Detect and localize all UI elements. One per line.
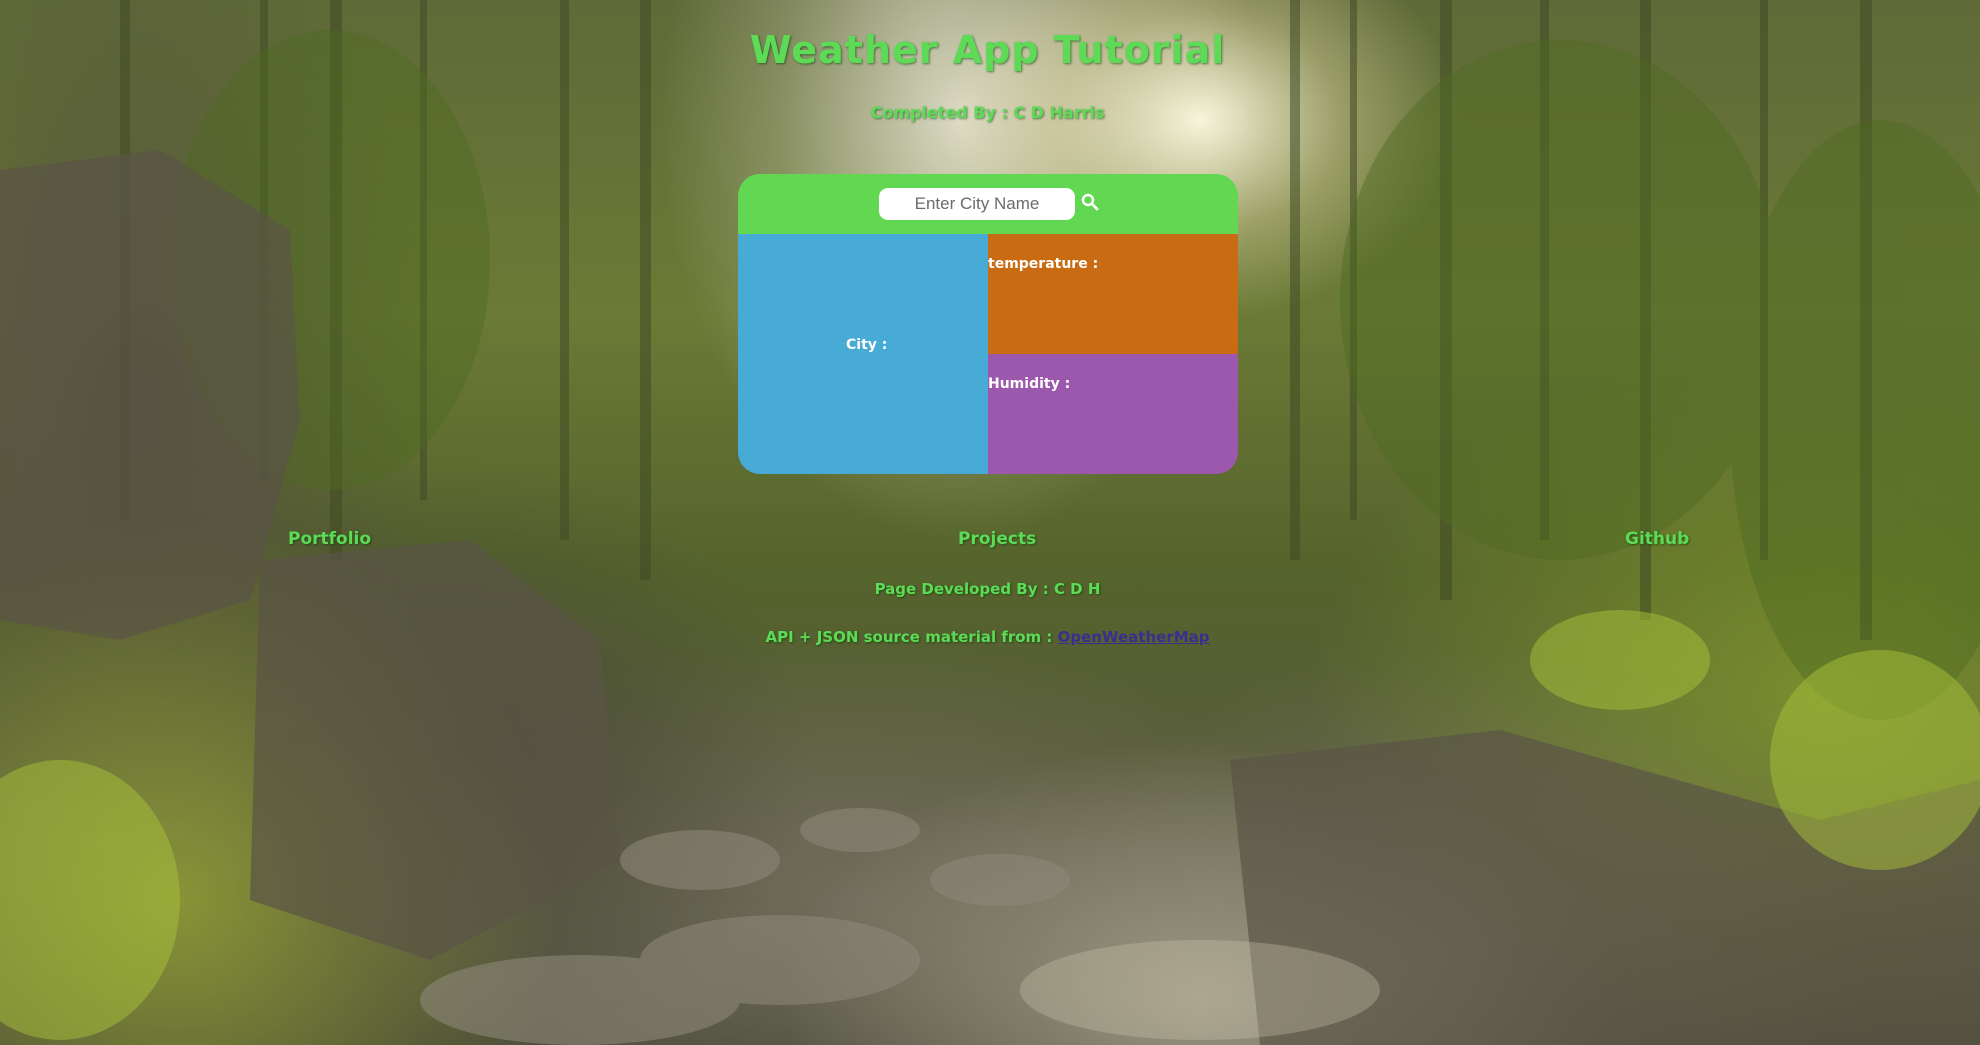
search-bar	[738, 174, 1238, 234]
source-credit: API + JSON source material from : OpenWe…	[0, 628, 1975, 646]
search-icon[interactable]	[1081, 193, 1099, 211]
city-search-input[interactable]	[879, 188, 1075, 220]
forest-stream-background	[0, 0, 1980, 1045]
city-label: City :	[846, 337, 888, 353]
nav-link-github[interactable]: Github	[1625, 529, 1689, 549]
developer-credit: Page Developed By : C D H	[874, 580, 1101, 598]
nav-link-portfolio[interactable]: Portfolio	[288, 529, 371, 549]
city-panel: City :	[738, 234, 988, 474]
weather-card: City : temperature : Humidity :	[738, 174, 1238, 474]
page-title: Weather App Tutorial	[749, 28, 1226, 72]
humidity-panel: Humidity :	[988, 354, 1238, 474]
temperature-panel: temperature :	[988, 234, 1238, 354]
temperature-label: temperature :	[988, 256, 1099, 272]
openweathermap-link[interactable]: OpenWeatherMap	[1058, 628, 1210, 646]
nav-link-projects[interactable]: Projects	[958, 529, 1036, 549]
page-subtitle: Completed By : C D Harris	[870, 103, 1105, 122]
humidity-label: Humidity :	[988, 376, 1071, 392]
source-credit-text: API + JSON source material from :	[765, 628, 1053, 646]
